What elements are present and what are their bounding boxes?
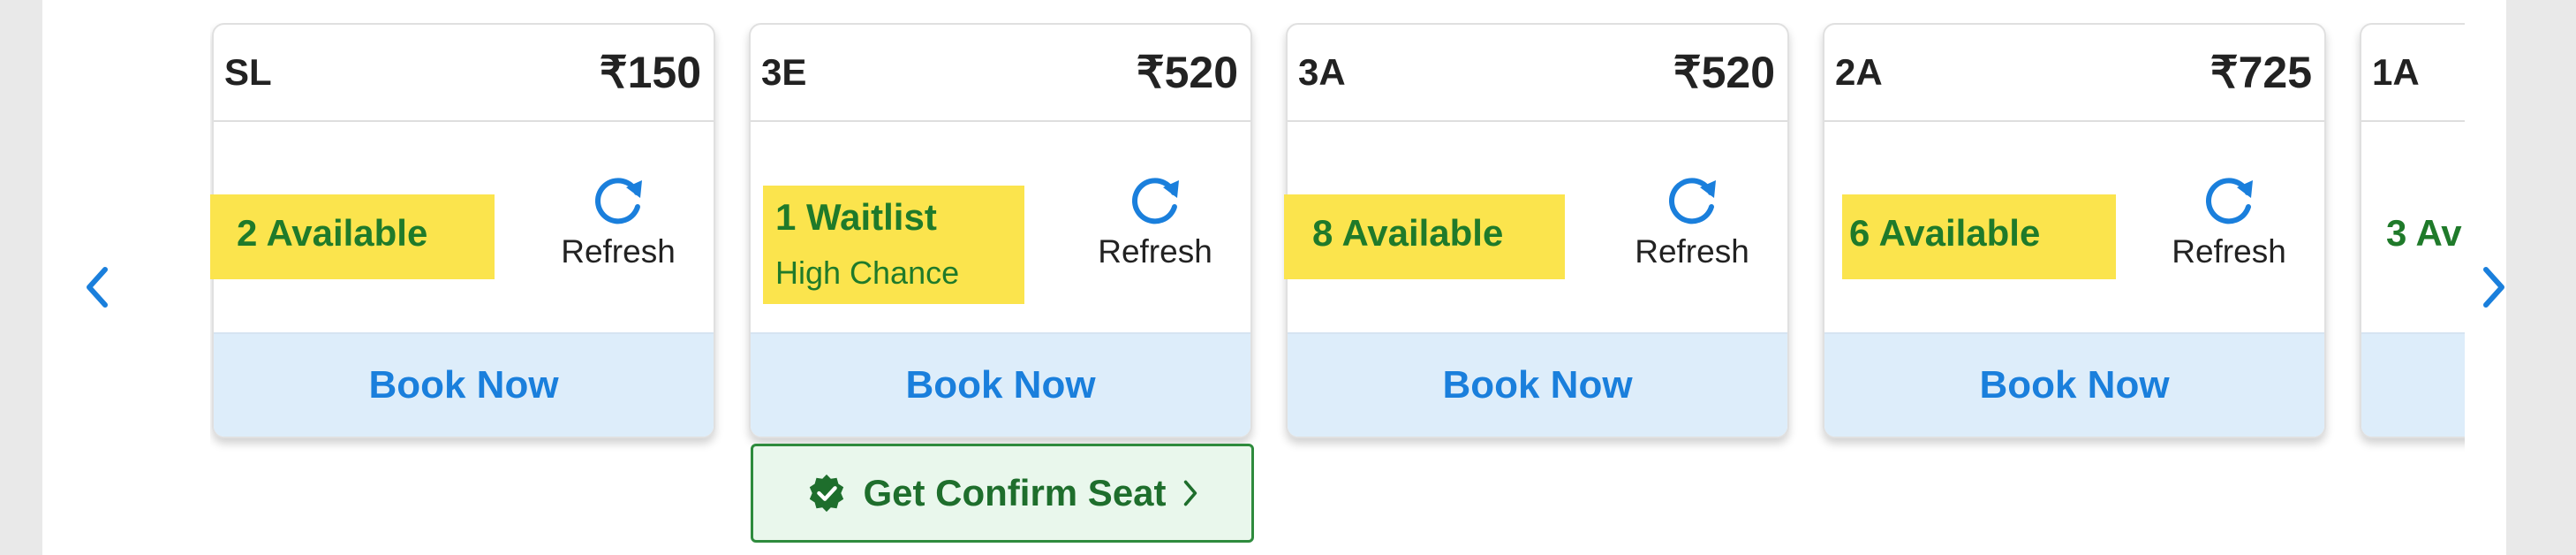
- availability-status: 3 Av: [2386, 212, 2462, 254]
- availability-panel: SL ₹150 2 Available Refresh Book Now 3E …: [42, 0, 2506, 555]
- class-carousel: SL ₹150 2 Available Refresh Book Now 3E …: [210, 23, 2465, 553]
- refresh-icon: [594, 178, 642, 224]
- chevron-left-icon: [87, 267, 108, 308]
- confirmation-chance: High Chance: [775, 255, 960, 291]
- class-card-3e[interactable]: 3E ₹520 1 Waitlist High Chance Refresh B…: [749, 23, 1252, 438]
- fare: ₹520: [1136, 48, 1238, 97]
- book-now-button[interactable]: Book Now: [1288, 332, 1787, 437]
- refresh-label: Refresh: [1635, 233, 1749, 270]
- refresh-button[interactable]: Refresh: [1084, 168, 1226, 270]
- class-card-3a[interactable]: 3A ₹520 8 Available Refresh Book Now: [1284, 23, 1789, 438]
- book-now-button[interactable]: [2361, 332, 2465, 437]
- class-code: 1A: [2372, 51, 2420, 93]
- refresh-button[interactable]: Refresh: [548, 168, 689, 270]
- book-now-label: Book Now: [1979, 363, 2170, 407]
- verified-badge-icon: [810, 474, 844, 513]
- class-code: 2A: [1835, 51, 1883, 93]
- fare: ₹520: [1673, 48, 1775, 97]
- card-body: 2 Available Refresh: [210, 122, 714, 334]
- availability-status: 8 Available: [1312, 212, 1504, 254]
- carousel-prev-button[interactable]: [71, 256, 124, 318]
- card-header: 1A: [2361, 25, 2465, 122]
- fare: ₹150: [599, 48, 701, 97]
- card-body: 8 Available Refresh: [1284, 122, 1787, 334]
- refresh-icon: [1131, 178, 1179, 224]
- refresh-label: Refresh: [2172, 233, 2286, 270]
- class-card-2a[interactable]: 2A ₹725 6 Available Refresh Book Now: [1823, 23, 2326, 438]
- book-now-label: Book Now: [368, 363, 559, 407]
- refresh-icon: [2205, 178, 2253, 224]
- chevron-right-icon: [2483, 267, 2504, 308]
- book-now-button[interactable]: Book Now: [214, 332, 714, 437]
- book-now-label: Book Now: [1442, 363, 1633, 407]
- get-confirm-seat-label: Get Confirm Seat: [863, 472, 1167, 513]
- card-body: 6 Available Refresh: [1824, 122, 2324, 334]
- waitlist-status: 1 Waitlist: [775, 196, 937, 238]
- class-code: 3A: [1298, 51, 1346, 93]
- class-card-1a[interactable]: 1A 3 Av: [2360, 23, 2465, 438]
- card-header: 2A ₹725: [1824, 25, 2324, 122]
- availability-status: 2 Available: [237, 212, 428, 254]
- class-code: SL: [224, 51, 272, 93]
- availability-status: 6 Available: [1849, 212, 2041, 254]
- card-header: 3A ₹520: [1288, 25, 1787, 122]
- book-now-button[interactable]: Book Now: [751, 332, 1250, 437]
- refresh-button[interactable]: Refresh: [1621, 168, 1763, 270]
- fare: ₹725: [2210, 48, 2312, 97]
- class-card-sl[interactable]: SL ₹150 2 Available Refresh Book Now: [210, 23, 715, 438]
- card-header: SL ₹150: [214, 25, 714, 122]
- refresh-label: Refresh: [561, 233, 676, 270]
- card-header: 3E ₹520: [751, 25, 1250, 122]
- refresh-icon: [1668, 178, 1716, 224]
- card-body: 3 Av: [2361, 122, 2465, 334]
- chevron-right-icon: [1183, 480, 1197, 506]
- carousel-next-button[interactable]: [2467, 256, 2520, 318]
- refresh-label: Refresh: [1098, 233, 1212, 270]
- get-confirm-seat-button[interactable]: Get Confirm Seat: [751, 444, 1254, 543]
- book-now-label: Book Now: [905, 363, 1096, 407]
- class-code: 3E: [761, 51, 807, 93]
- book-now-button[interactable]: Book Now: [1824, 332, 2324, 437]
- refresh-button[interactable]: Refresh: [2158, 168, 2300, 270]
- card-body: 1 Waitlist High Chance Refresh: [751, 122, 1250, 334]
